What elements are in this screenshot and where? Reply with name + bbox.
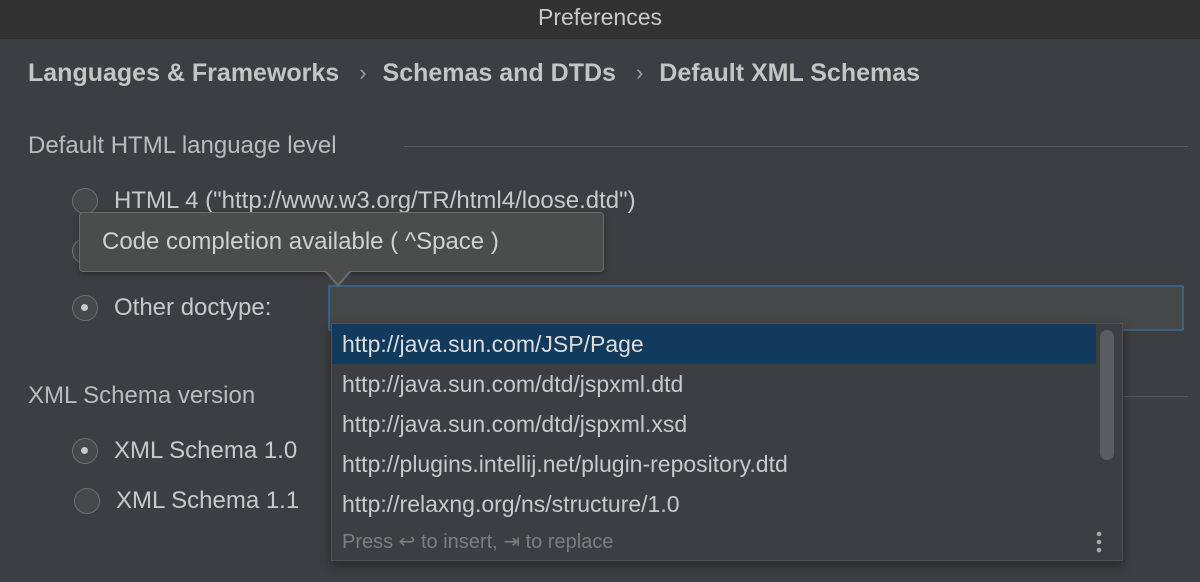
completion-item[interactable]: http://java.sun.com/dtd/jspxml.dtd (332, 364, 1096, 404)
section-divider (404, 146, 1188, 147)
section-title-xml-schema-text: XML Schema version (28, 382, 255, 410)
radio-label-html4: HTML 4 ("http://www.w3.org/TR/html4/loos… (114, 187, 636, 215)
breadcrumb-separator-icon: › (636, 60, 643, 86)
completion-footer-hint: Press ↩ to insert, ⇥ to replace (332, 524, 1122, 560)
vertical-ellipsis-icon[interactable] (1092, 529, 1106, 555)
completion-item[interactable]: http://java.sun.com/dtd/jspxml.xsd (332, 404, 1096, 444)
breadcrumb-item-languages-frameworks[interactable]: Languages & Frameworks (28, 59, 339, 88)
radio-button-xml-schema-1-0[interactable] (72, 438, 98, 464)
radio-xml-schema-1-0[interactable]: XML Schema 1.0 (72, 435, 297, 467)
section-title-html-level-text: Default HTML language level (28, 132, 337, 160)
breadcrumb-item-default-xml-schemas: Default XML Schemas (659, 59, 920, 88)
completion-item[interactable]: http://java.sun.com/JSP/Page (332, 324, 1096, 364)
completion-scrollbar-thumb[interactable] (1100, 330, 1114, 460)
completion-popup: http://java.sun.com/JSP/Page http://java… (331, 323, 1123, 561)
tooltip-arrow-inner (326, 270, 350, 284)
radio-xml-schema-1-1[interactable]: XML Schema 1.1 (74, 485, 299, 517)
tooltip-text: Code completion available ( ^Space ) (102, 228, 499, 256)
section-title-html-level: Default HTML language level (28, 130, 337, 162)
section-title-xml-schema: XML Schema version (28, 380, 255, 412)
radio-other-doctype[interactable]: Other doctype: (72, 292, 271, 324)
breadcrumb: Languages & Frameworks › Schemas and DTD… (28, 55, 920, 91)
window-titlebar: Preferences (0, 0, 1200, 39)
window-title: Preferences (538, 4, 662, 30)
section-divider (1124, 396, 1188, 397)
completion-list: http://java.sun.com/JSP/Page http://java… (332, 324, 1096, 524)
radio-button-html4[interactable] (72, 188, 98, 214)
radio-label-xml-schema-1-0: XML Schema 1.0 (114, 437, 297, 465)
radio-label-other-doctype: Other doctype: (114, 294, 271, 322)
breadcrumb-separator-icon: › (359, 60, 366, 86)
radio-label-xml-schema-1-1: XML Schema 1.1 (116, 487, 299, 515)
completion-item[interactable]: http://plugins.intellij.net/plugin-repos… (332, 444, 1096, 484)
radio-button-other-doctype[interactable] (72, 295, 98, 321)
breadcrumb-item-schemas-dtds[interactable]: Schemas and DTDs (383, 59, 616, 88)
radio-button-xml-schema-1-1[interactable] (74, 488, 100, 514)
completion-item[interactable]: http://relaxng.org/ns/structure/1.0 (332, 484, 1096, 524)
code-completion-tooltip: Code completion available ( ^Space ) (79, 212, 604, 272)
